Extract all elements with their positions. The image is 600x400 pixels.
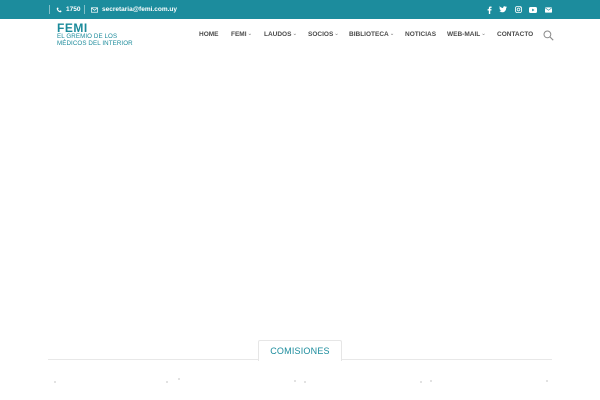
tab-label: COMISIONES xyxy=(270,346,330,356)
facebook-link[interactable] xyxy=(483,0,495,19)
decor-dot xyxy=(178,378,180,380)
email-link[interactable]: secretaria@femi.com.uy xyxy=(91,0,177,19)
decor-dot xyxy=(430,380,432,382)
twitter-link[interactable] xyxy=(497,0,509,19)
nav-item-label: FEMI xyxy=(231,30,247,38)
hero-area xyxy=(0,51,600,336)
top-bar: 1750 secretaria@femi.com.uy xyxy=(0,0,600,19)
chevron-down-icon: ⌄ xyxy=(481,31,486,37)
decor-dot xyxy=(304,381,306,383)
instagram-link[interactable] xyxy=(512,0,524,19)
youtube-icon xyxy=(529,6,537,13)
mail-icon xyxy=(544,6,552,13)
nav-item-label: LAUDOS xyxy=(264,30,292,38)
phone-icon xyxy=(56,7,62,12)
phone-link[interactable]: 1750 xyxy=(56,0,80,19)
nav-item-label: NOTICIAS xyxy=(405,30,437,38)
logo-tagline-line1: EL GREMIO DE LOS xyxy=(57,33,118,40)
search-button[interactable] xyxy=(543,28,555,41)
youtube-link[interactable] xyxy=(527,0,539,19)
nav-item-biblioteca[interactable]: BIBLIOTECA ⌄ xyxy=(349,19,394,49)
nav-item-label: BIBLIOTECA xyxy=(349,30,389,38)
nav-item-webmail[interactable]: WEB-MAIL ⌄ xyxy=(447,19,486,49)
decor-dot xyxy=(166,381,168,383)
topbar-divider xyxy=(49,5,50,14)
nav-item-socios[interactable]: SOCIOS ⌄ xyxy=(308,19,339,49)
site-logo[interactable]: FEMI EL GREMIO DE LOS MÉDICOS DEL INTERI… xyxy=(57,22,137,50)
envelope-icon xyxy=(91,6,98,13)
nav-item-contacto[interactable]: CONTACTO xyxy=(497,19,533,49)
decor-dot xyxy=(54,381,56,383)
chevron-down-icon: ⌄ xyxy=(292,31,298,37)
nav-item-laudos[interactable]: LAUDOS ⌄ xyxy=(264,19,297,49)
chevron-down-icon: ⌄ xyxy=(389,31,395,37)
nav-item-label: WEB-MAIL xyxy=(447,30,481,38)
nav-item-label: CONTACTO xyxy=(497,30,534,38)
instagram-icon xyxy=(514,6,522,13)
decor-dot xyxy=(546,380,548,382)
tab-comisiones[interactable]: COMISIONES xyxy=(258,340,342,361)
decor-dot xyxy=(294,380,296,382)
email-address: secretaria@femi.com.uy xyxy=(102,6,177,13)
chevron-down-icon: ⌄ xyxy=(334,31,339,37)
phone-number: 1750 xyxy=(66,6,81,13)
nav-item-label: HOME xyxy=(199,30,219,38)
decor-dot xyxy=(420,381,422,383)
nav-item-noticias[interactable]: NOTICIAS xyxy=(405,19,436,49)
nav-item-home[interactable]: HOME xyxy=(199,19,219,49)
twitter-icon xyxy=(499,6,507,13)
logo-tagline-line2: MÉDICOS DEL INTERIOR xyxy=(57,40,133,47)
nav-item-femi[interactable]: FEMI ⌄ xyxy=(231,19,252,49)
topbar-divider xyxy=(84,5,85,14)
nav-item-label: SOCIOS xyxy=(308,30,334,38)
chevron-down-icon: ⌄ xyxy=(247,31,253,37)
facebook-icon xyxy=(487,6,492,14)
mail-link[interactable] xyxy=(542,0,554,19)
search-icon xyxy=(543,30,554,41)
